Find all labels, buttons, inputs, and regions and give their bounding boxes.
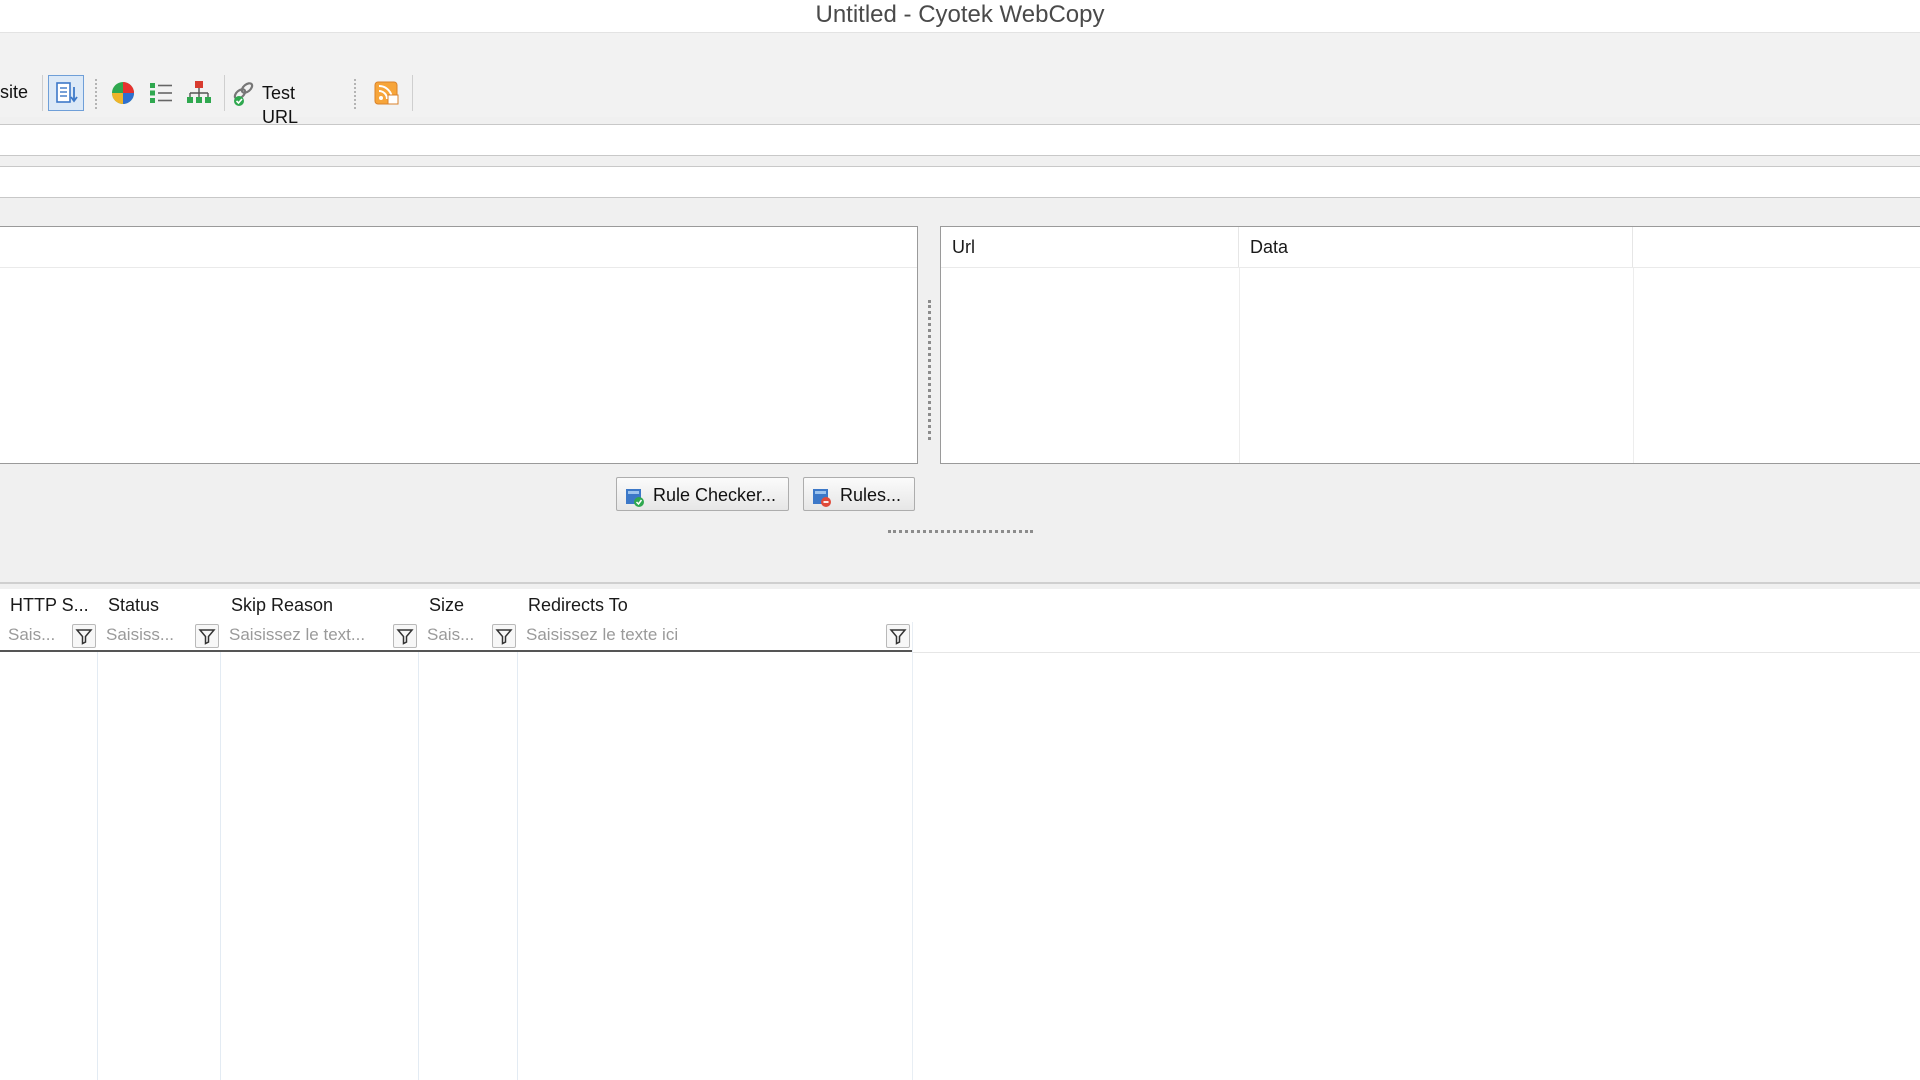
- grid-column-line: [517, 652, 518, 1080]
- save-folder-bar[interactable]: [0, 166, 1920, 198]
- rules-list-header: [0, 227, 917, 268]
- toolbar-divider: [224, 75, 225, 111]
- url-data-pane[interactable]: Url Data: [940, 226, 1920, 464]
- column-body-data: [1239, 268, 1634, 463]
- sitemap-icon[interactable]: [185, 79, 213, 107]
- rules-icon: [812, 485, 832, 507]
- results-grid[interactable]: HTTP S... Status Skip Reason Size Redire…: [0, 589, 1920, 1080]
- filter-funnel-icon[interactable]: [492, 624, 516, 648]
- filter-cell-skip-reason: [221, 622, 419, 652]
- rules-list-pane[interactable]: [0, 226, 918, 464]
- grid-top-border: [0, 582, 1920, 584]
- rules-button[interactable]: Rules...: [803, 477, 915, 511]
- filter-funnel-icon[interactable]: [393, 624, 417, 648]
- grid-header-size[interactable]: Size: [419, 589, 518, 622]
- copy-website-button-label[interactable]: site: [0, 80, 28, 104]
- grid-header-status[interactable]: Status: [98, 589, 221, 622]
- filter-input-redirects-to[interactable]: [518, 622, 884, 648]
- filter-cell-http-status: [0, 622, 98, 652]
- website-address-bar[interactable]: [0, 124, 1920, 156]
- filter-cell-status: [98, 622, 221, 652]
- window-title: Untitled - Cyotek WebCopy: [815, 1, 1105, 28]
- link-check-icon: [230, 79, 258, 107]
- list-icon[interactable]: [147, 79, 175, 107]
- grid-column-line: [220, 652, 221, 1080]
- toolbar: site Test URL: [0, 33, 1920, 127]
- grid-column-line: [912, 622, 913, 1080]
- pie-chart-icon[interactable]: [109, 79, 137, 107]
- test-url-button[interactable]: Test URL: [230, 77, 336, 127]
- grid-header-redirects-to[interactable]: Redirects To: [518, 589, 913, 622]
- filter-funnel-icon[interactable]: [195, 624, 219, 648]
- filter-input-status[interactable]: [98, 622, 193, 648]
- filter-funnel-icon[interactable]: [886, 624, 910, 648]
- filter-input-skip-reason[interactable]: [221, 622, 391, 648]
- filter-input-size[interactable]: [419, 622, 490, 648]
- grid-header-http-status[interactable]: HTTP S...: [0, 589, 98, 622]
- grid-header-skip-reason[interactable]: Skip Reason: [221, 589, 419, 622]
- toolbar-divider: [412, 75, 413, 111]
- grid-column-line: [97, 652, 98, 1080]
- test-url-label: Test URL: [262, 83, 299, 127]
- rss-icon[interactable]: [373, 79, 401, 107]
- filter-cell-redirects-to: [518, 622, 913, 652]
- horizontal-splitter[interactable]: [888, 530, 1033, 536]
- filter-row-underline: [913, 652, 1920, 653]
- filter-input-http-status[interactable]: [0, 622, 70, 648]
- toolbar-divider: [42, 75, 43, 111]
- download-list-icon: [52, 79, 80, 107]
- filter-funnel-icon[interactable]: [72, 624, 96, 648]
- rule-checker-icon: [625, 485, 645, 507]
- rule-checker-button[interactable]: Rule Checker...: [616, 477, 789, 511]
- vertical-splitter[interactable]: [928, 300, 935, 440]
- rule-checker-label: Rule Checker...: [653, 485, 777, 505]
- column-header-data[interactable]: Data: [1239, 227, 1633, 267]
- column-header-url[interactable]: Url: [941, 227, 1239, 267]
- download-list-button[interactable]: [48, 75, 84, 111]
- toolbar-separator: [95, 79, 98, 109]
- toolbar-separator: [354, 79, 357, 109]
- grid-column-line: [418, 652, 419, 1080]
- rules-label: Rules...: [840, 485, 902, 505]
- filter-cell-size: [419, 622, 518, 652]
- column-body-url: [941, 268, 1240, 463]
